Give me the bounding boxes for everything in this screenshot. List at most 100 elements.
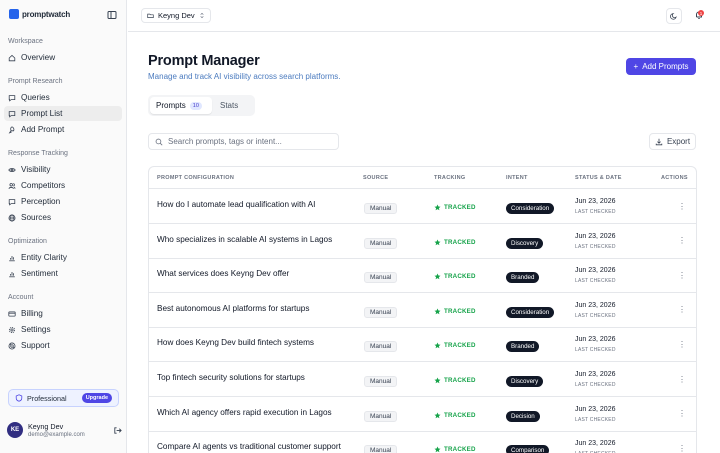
last-checked-date: Jun 23, 2026 bbox=[575, 371, 616, 378]
theme-toggle-button[interactable] bbox=[666, 8, 682, 24]
logo-icon bbox=[9, 9, 19, 19]
last-checked-date: Jun 23, 2026 bbox=[575, 198, 616, 205]
star-icon bbox=[434, 377, 441, 384]
tracking-status: TRACKED bbox=[434, 308, 476, 315]
sidebar-item-label: Entity Clarity bbox=[21, 253, 67, 262]
sidebar-item-competitors[interactable]: Competitors bbox=[4, 178, 122, 193]
column-header[interactable]: INTENT bbox=[506, 175, 528, 181]
lifebuoy-icon bbox=[8, 342, 16, 349]
tab-prompts[interactable]: Prompts 10 bbox=[150, 97, 212, 114]
sidebar-item-settings[interactable]: Settings bbox=[4, 322, 122, 337]
table-row[interactable]: Top fintech security solutions for start… bbox=[149, 362, 696, 397]
sidebar-item-label: Prompt List bbox=[21, 109, 63, 118]
notification-badge: 1 bbox=[698, 10, 704, 16]
user-profile[interactable]: KE Keyng Dev demo@example.com bbox=[7, 422, 122, 438]
source-badge: Manual bbox=[364, 376, 398, 387]
export-button[interactable]: Export bbox=[649, 133, 696, 150]
eye-icon bbox=[8, 167, 16, 172]
column-header[interactable]: PROMPT CONFIGURATION bbox=[157, 175, 234, 181]
last-checked-date: Jun 23, 2026 bbox=[575, 301, 616, 309]
last-checked-label: LAST CHECKED bbox=[575, 243, 616, 250]
row-actions-icon[interactable]: ⋮ bbox=[677, 305, 687, 315]
intent-badge: Branded bbox=[506, 272, 540, 284]
user-name: Keyng Dev bbox=[28, 422, 64, 431]
upgrade-button[interactable]: Upgrade bbox=[81, 393, 112, 403]
tab-stats[interactable]: Stats bbox=[214, 97, 244, 114]
table-row[interactable]: Compare AI agents vs traditional custome… bbox=[149, 431, 696, 453]
column-header[interactable]: ACTIONS bbox=[661, 175, 688, 181]
sidebar-item-billing[interactable]: Billing bbox=[4, 306, 122, 321]
sidebar-item-queries[interactable]: Queries bbox=[4, 90, 122, 105]
sidebar-item-label: Billing bbox=[21, 309, 43, 318]
table-row[interactable]: What services does Keyng Dev offer Manual… bbox=[149, 258, 696, 294]
prompt-text: Top fintech security solutions for start… bbox=[157, 373, 305, 382]
column-header[interactable]: TRACKING bbox=[434, 175, 465, 181]
row-actions-icon[interactable]: ⋮ bbox=[677, 236, 687, 246]
prompt-text: How do I automate lead qualification wit… bbox=[157, 200, 316, 209]
last-checked-label: LAST CHECKED bbox=[575, 347, 616, 354]
table-row[interactable]: Which AI agency offers rapid execution i… bbox=[149, 397, 696, 432]
last-checked-label: LAST CHECKED bbox=[575, 278, 616, 285]
sidebar-section-label: Workspace bbox=[8, 38, 43, 45]
globe-icon bbox=[8, 214, 16, 221]
search-box bbox=[148, 133, 339, 150]
topbar: Keyng Dev 1 bbox=[128, 0, 720, 32]
source-badge: Manual bbox=[364, 306, 398, 318]
sidebar-item-add-prompt[interactable]: Add Prompt bbox=[4, 122, 122, 137]
sidebar-section-label: Response Tracking bbox=[8, 150, 68, 157]
last-checked-label: LAST CHECKED bbox=[575, 209, 616, 215]
last-checked-date: Jun 23, 2026 bbox=[575, 267, 616, 275]
search-input[interactable] bbox=[168, 137, 328, 146]
sidebar-item-label: Add Prompt bbox=[21, 125, 65, 134]
sidebar-item-prompt-list[interactable]: Prompt List bbox=[4, 106, 122, 121]
workspace-select[interactable]: Keyng Dev bbox=[141, 8, 211, 23]
row-actions-icon[interactable]: ⋮ bbox=[677, 339, 687, 349]
tracking-label: TRACKED bbox=[444, 342, 476, 350]
chart-icon bbox=[9, 271, 15, 277]
sidebar-item-label: Visibility bbox=[21, 165, 51, 174]
row-actions-icon[interactable]: ⋮ bbox=[677, 409, 687, 419]
table-header: PROMPT CONFIGURATION SOURCE TRACKING INT… bbox=[149, 167, 696, 189]
sidebar-section-label: Prompt Research bbox=[8, 78, 63, 85]
plan-card[interactable]: Professional Upgrade bbox=[8, 389, 119, 407]
brand-logo[interactable]: promptwatch bbox=[9, 9, 70, 19]
table-row[interactable]: Best autonomous AI platforms for startup… bbox=[149, 293, 696, 328]
sidebar-item-sentiment[interactable]: Sentiment bbox=[4, 266, 122, 281]
table-row[interactable]: How do I automate lead qualification wit… bbox=[149, 189, 696, 224]
table-row[interactable]: Who specializes in scalable AI systems i… bbox=[149, 224, 696, 259]
sidebar-item-label: Sentiment bbox=[21, 269, 58, 278]
column-header[interactable]: STATUS & DATE bbox=[575, 175, 622, 181]
intent-badge: Consideration bbox=[506, 203, 555, 214]
star-icon bbox=[434, 204, 441, 211]
message-icon bbox=[8, 94, 16, 102]
star-icon bbox=[434, 412, 441, 418]
row-actions-icon[interactable]: ⋮ bbox=[677, 443, 687, 453]
tracking-label: TRACKED bbox=[444, 377, 476, 384]
sidebar-item-visibility[interactable]: Visibility bbox=[4, 162, 122, 177]
tracking-status: TRACKED bbox=[434, 446, 476, 453]
sidebar-item-label: Competitors bbox=[21, 181, 66, 190]
sidebar-toggle-icon[interactable] bbox=[107, 10, 117, 20]
sidebar-item-sources[interactable]: Sources bbox=[4, 210, 122, 225]
sidebar-item-support[interactable]: Support bbox=[4, 338, 122, 353]
column-header[interactable]: SOURCE bbox=[363, 175, 388, 181]
tracking-status: TRACKED bbox=[434, 273, 476, 280]
source-badge: Manual bbox=[364, 272, 398, 284]
sidebar-section-label: Account bbox=[8, 294, 34, 301]
avatar: KE bbox=[7, 422, 23, 438]
sidebar-item-overview[interactable]: Overview bbox=[4, 50, 122, 65]
sidebar-item-label: Queries bbox=[21, 93, 50, 102]
tracking-label: TRACKED bbox=[444, 307, 476, 315]
logout-icon[interactable] bbox=[113, 426, 122, 435]
sidebar-item-entity-clarity[interactable]: Entity Clarity bbox=[4, 250, 122, 265]
download-icon bbox=[655, 138, 663, 145]
users-icon bbox=[8, 182, 16, 189]
sidebar-item-label: Overview bbox=[21, 53, 56, 62]
plus-icon: + bbox=[633, 62, 639, 71]
sidebar-item-perception[interactable]: Perception bbox=[4, 194, 122, 209]
table-row[interactable]: How does Keyng Dev build fintech systems… bbox=[149, 327, 696, 363]
add-prompts-button[interactable]: + Add Prompts bbox=[626, 58, 696, 75]
row-actions-icon[interactable]: ⋮ bbox=[677, 201, 687, 211]
row-actions-icon[interactable]: ⋮ bbox=[677, 374, 687, 384]
row-actions-icon[interactable]: ⋮ bbox=[677, 270, 687, 280]
